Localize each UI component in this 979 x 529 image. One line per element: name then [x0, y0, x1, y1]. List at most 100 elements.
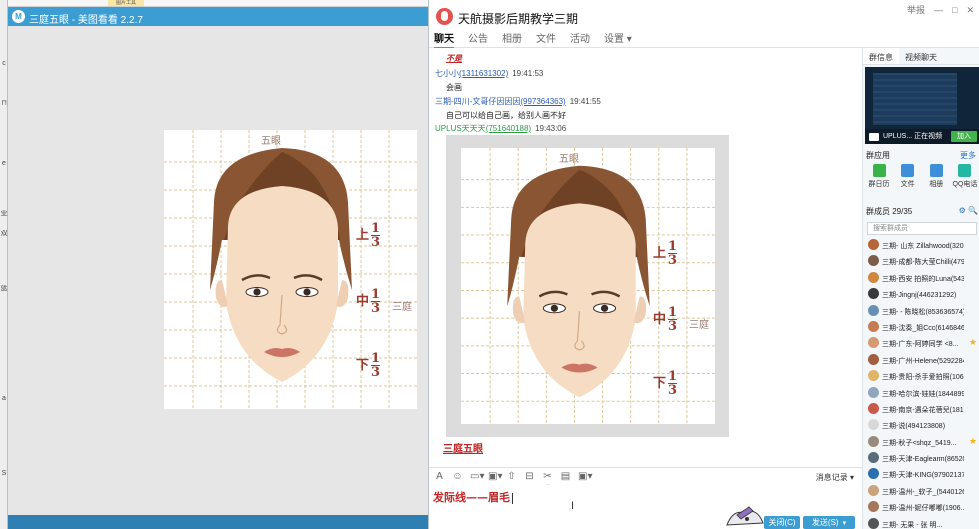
avatar[interactable]	[868, 419, 879, 431]
member-row[interactable]: 三期-天津-KING(979021373)	[866, 466, 979, 482]
chevron-down-icon[interactable]: ▾	[843, 520, 847, 527]
message-time: 19:41:55	[569, 97, 601, 106]
image-viewer-window: 图片工具 M 三庭五眼 - 美图看看 2.2.7 五眼 上 1 3 中 1 3 …	[8, 0, 433, 529]
five-eyes-label: 五眼	[559, 154, 579, 165]
member-row[interactable]: 三期- 山东 Zillahwood(32081...	[866, 237, 979, 253]
avatar[interactable]	[868, 239, 879, 250]
denominator: 3	[371, 301, 381, 316]
tab-album[interactable]: 相册	[502, 30, 522, 46]
sender-qq[interactable]: (997364363)	[520, 97, 565, 106]
app-files[interactable]: 文件	[895, 164, 921, 194]
close-button[interactable]: 关闭(C)	[764, 516, 800, 529]
member-name: 三期-Jingnj(446231292)	[882, 292, 957, 300]
member-row[interactable]: 三期-沈奏_姐Ccc(61468460)	[866, 319, 979, 335]
tab-files[interactable]: 文件	[536, 30, 556, 46]
avatar[interactable]	[868, 484, 879, 496]
member-row[interactable]: 三期-哈尔滨-娃娃(18448990...	[866, 385, 979, 401]
join-video-button[interactable]: 加入	[951, 131, 977, 142]
sender-qq[interactable]: (751640188)	[486, 124, 531, 133]
meitu-app-icon: M	[12, 10, 25, 23]
members-tools-icon[interactable]: ⚙ 🔍	[959, 206, 978, 215]
member-name: 三期-温州-妮仔嘟嘟(1906...	[882, 505, 964, 513]
member-name: 三期-贵阳-杀手爱拍照(1060...	[882, 374, 964, 382]
member-row[interactable]: 三期-天津-Eaglearm(86520...	[866, 450, 979, 466]
video-preview[interactable]: UPLUS... 正在视频 加入	[865, 67, 979, 144]
avatar[interactable]	[868, 255, 879, 267]
message-area[interactable]: 不是 七小小(1311631302) 19:41:53 会画 三期-四川-文哥仔因…	[429, 48, 862, 467]
member-row[interactable]: 三期-广州-Helene(52922849...	[866, 352, 979, 368]
message-input-text[interactable]: 发际线——眉毛	[433, 489, 513, 505]
member-row[interactable]: 三期-南京-遇朵花蓓兒(1816...	[866, 401, 979, 417]
tab-activities[interactable]: 活动	[570, 30, 590, 46]
avatar[interactable]	[868, 271, 879, 283]
avatar[interactable]	[868, 435, 879, 447]
message-history-button[interactable]: 消息记录 ▾	[816, 472, 854, 483]
tab-group-info[interactable]: 群信息	[863, 48, 899, 64]
group-apps-more-link[interactable]: 更多	[960, 150, 976, 161]
send-button[interactable]: 发送(S) ▾	[803, 516, 855, 529]
close-window-button[interactable]: ✕	[966, 4, 974, 16]
face-proportion-image[interactable]: 五眼 上13 中13 三庭 下13	[461, 148, 715, 424]
member-row[interactable]: 三期-Jingnj(446231292)	[866, 286, 979, 302]
member-row[interactable]: 三期- 无果 - 张 明...	[866, 516, 979, 529]
lower-label-text: 下	[356, 358, 370, 373]
avatar[interactable]	[868, 501, 879, 513]
avatar[interactable]	[868, 517, 879, 529]
viewer-window-title: 三庭五眼 - 美图看看 2.2.7	[29, 15, 143, 26]
tab-settings[interactable]: 设置 ▾	[604, 30, 632, 46]
maximize-button[interactable]: □	[952, 4, 957, 16]
tab-chat[interactable]: 聊天	[434, 30, 454, 49]
member-name: 三期-说(494123808)	[882, 423, 946, 431]
group-name[interactable]: 天航摄影后期教学三期	[458, 10, 578, 27]
sender-name[interactable]: 七小小	[435, 69, 459, 78]
camera-icon	[869, 133, 879, 141]
shared-image-frame[interactable]: 五眼 上13 中13 三庭 下13	[446, 135, 729, 437]
denominator: 3	[668, 383, 678, 398]
sender-name[interactable]: UPLUS天天天	[435, 124, 486, 133]
sender-qq[interactable]: (1311631302)	[459, 69, 508, 78]
app-album[interactable]: 相册	[923, 164, 949, 194]
member-row[interactable]: 三期-温州-_软子_(54401268...	[866, 483, 979, 499]
member-row[interactable]: 三期-贵阳-杀手爱拍照(1060...	[866, 368, 979, 384]
viewer-titlebar[interactable]: M 三庭五眼 - 美图看看 2.2.7	[8, 7, 433, 26]
members-count: 群成员 29/35	[866, 207, 913, 216]
member-row[interactable]: 三期-成都-陈大莹Chilli(479...	[866, 253, 979, 269]
member-row[interactable]: 三期-西安 拍照的Luna(543...	[866, 270, 979, 286]
avatar[interactable]	[868, 337, 879, 349]
desktop-edge-strip: c ⊓ e 业 双 篮 a S	[0, 0, 8, 529]
member-row[interactable]: 三期- - 陈晓松(853636574)	[866, 303, 979, 319]
avatar[interactable]	[868, 370, 879, 382]
edge-glyph: 双	[0, 230, 8, 237]
avatar[interactable]	[868, 468, 879, 480]
sender-name[interactable]: 三期-四川-文哥仔因因因	[435, 97, 520, 106]
tab-announcement[interactable]: 公告	[468, 30, 488, 46]
tab-video-chat[interactable]: 视频聊天	[899, 48, 943, 64]
member-name: 三期- 无果 - 张 明...	[882, 521, 943, 529]
avatar[interactable]	[868, 452, 879, 464]
member-search-input[interactable]: 搜索群成员	[867, 222, 977, 235]
avatar[interactable]	[868, 402, 879, 414]
member-row[interactable]: 三期-温州-妮仔嘟嘟(1906...	[866, 499, 979, 515]
avatar[interactable]	[868, 386, 879, 398]
chat-header: 天航摄影后期教学三期 举报 — □ ✕ 聊天 公告 相册 文件 活动 设置 ▾	[429, 0, 979, 49]
report-button[interactable]: 举报	[907, 4, 925, 16]
avatar[interactable]	[868, 288, 879, 300]
video-screen	[873, 73, 957, 125]
image-tools-tab[interactable]: 图片工具	[108, 0, 144, 6]
member-name: 三期-温州-_软子_(54401268...	[882, 488, 964, 496]
app-qq-call[interactable]: QQ电话	[952, 164, 978, 194]
member-row[interactable]: 三期-广东-阿婷同学 <8... ★	[866, 335, 979, 351]
message-input[interactable]: 发际线——眉毛 I 关闭(C) 发送(S) ▾	[429, 485, 862, 529]
member-row[interactable]: 三期-秋子<shqz_5419... ★	[866, 434, 979, 450]
app-label: 相册	[929, 181, 944, 188]
app-calendar[interactable]: 群日历	[866, 164, 892, 194]
group-avatar-icon[interactable]	[436, 8, 453, 25]
avatar[interactable]	[868, 320, 879, 332]
group-apps-title: 群应用	[866, 151, 890, 160]
minimize-button[interactable]: —	[934, 4, 943, 16]
avatar[interactable]	[868, 304, 879, 316]
member-row[interactable]: 三期-说(494123808)	[866, 417, 979, 433]
upper-third-label: 上13	[356, 222, 381, 249]
member-name: 三期- 山东 Zillahwood(32081...	[882, 243, 964, 250]
avatar[interactable]	[868, 353, 879, 365]
